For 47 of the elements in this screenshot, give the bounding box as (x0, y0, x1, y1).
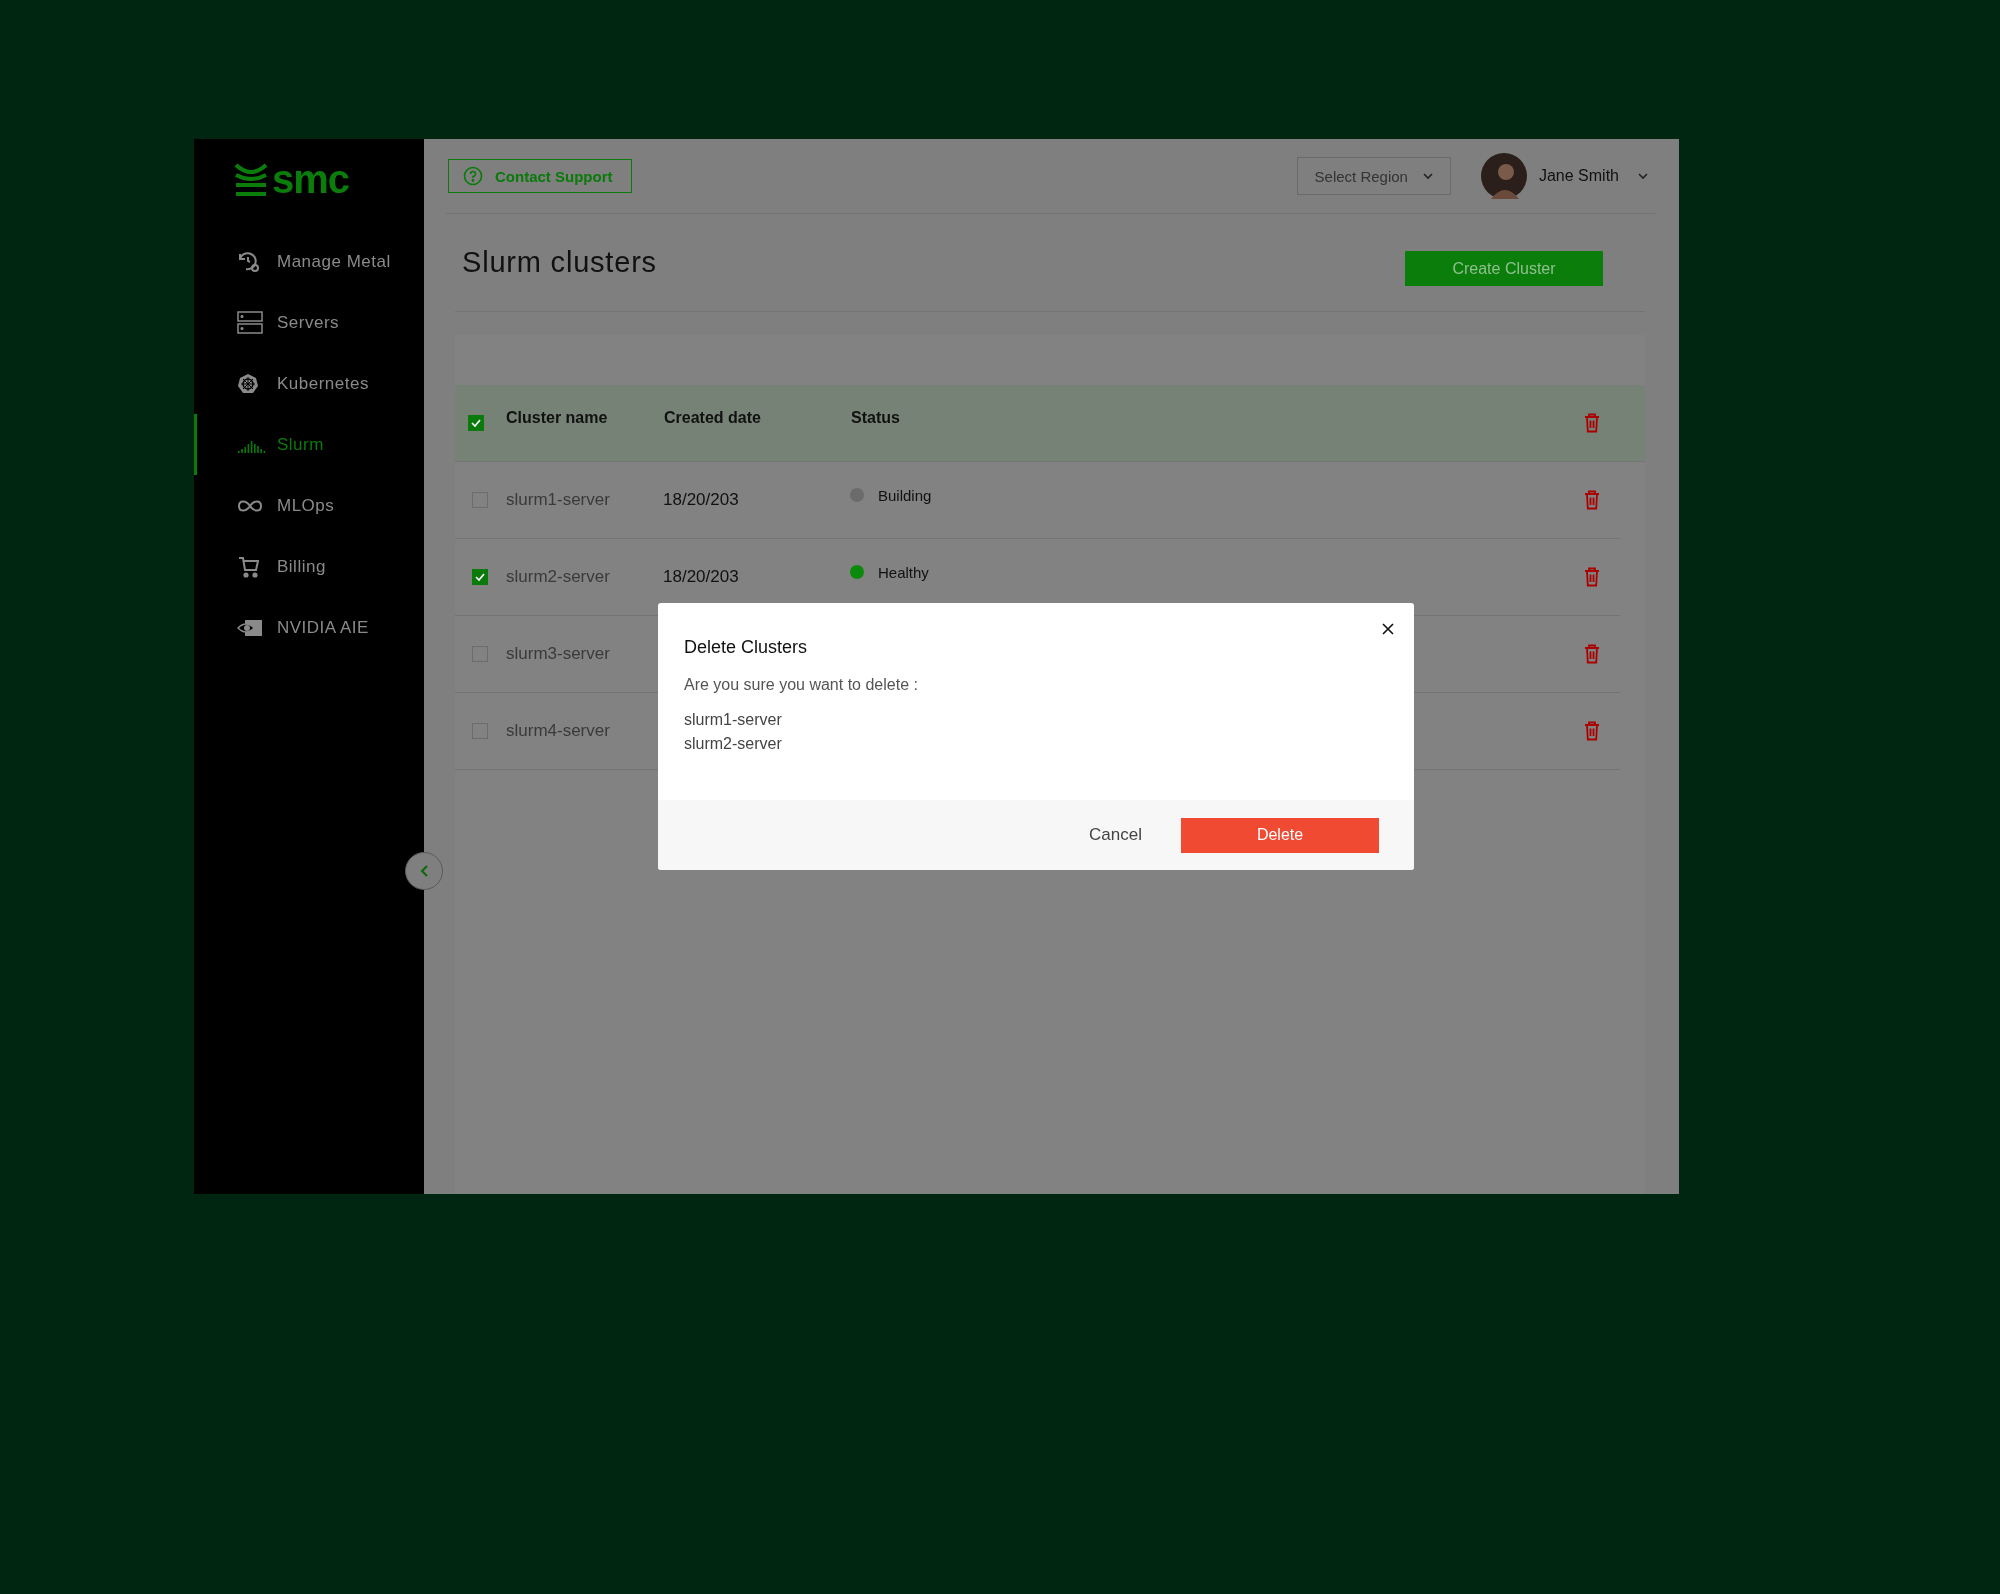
trash-icon[interactable] (1584, 644, 1600, 664)
eye-icon (237, 618, 263, 637)
sidebar-item[interactable]: Servers (194, 292, 424, 353)
dialog-message: Are you sure you want to delete : (684, 676, 919, 694)
trash-icon[interactable] (1584, 490, 1600, 510)
table-cell-text: slurm2-server (506, 567, 611, 587)
page-title: Slurm clusters (462, 246, 657, 279)
sidebar-item[interactable]: Billing (194, 536, 424, 597)
trash-icon[interactable] (1584, 567, 1600, 587)
dialog-title: Delete Clusters (684, 637, 809, 658)
avatar-icon (1480, 153, 1527, 199)
table-cell-text: slurm4-server (506, 721, 611, 741)
helm-wheel-icon (237, 372, 259, 395)
chevron-down-icon (1421, 172, 1434, 180)
logo-text: smc (272, 159, 350, 199)
cluster-name: slurm2-server (684, 734, 783, 754)
table-cell-text: slurm1-server (506, 490, 611, 510)
server-icon (237, 310, 263, 335)
table-cell-text: 18/20/203 (663, 490, 740, 510)
cancel-button[interactable]: Cancel (1083, 824, 1148, 846)
column-header: Status (851, 409, 900, 427)
table-cell-text: 18/20/203 (663, 567, 740, 587)
trash-icon[interactable] (1584, 721, 1600, 741)
chevron-left-icon (419, 864, 429, 878)
help-icon (463, 166, 483, 186)
trash-icon[interactable] (1584, 413, 1600, 433)
status-label: Healthy (878, 563, 929, 581)
user-name[interactable]: Jane Smith (1538, 167, 1619, 185)
cart-icon (237, 554, 261, 579)
close-icon[interactable] (1382, 623, 1394, 635)
chevron-down-icon[interactable] (1637, 172, 1649, 180)
region-dropdown[interactable]: Select Region (1296, 157, 1451, 195)
cluster-name: slurm1-server (684, 710, 783, 730)
clock-gear-icon (237, 249, 261, 274)
sidebar-item[interactable]: NVIDIA AIE (194, 597, 424, 658)
logo-icon (234, 161, 268, 197)
checkbox[interactable] (468, 415, 484, 431)
checkbox[interactable] (472, 569, 488, 585)
status-label: Building (878, 486, 932, 504)
delete-button[interactable]: Delete (1181, 817, 1379, 853)
sidebar-item[interactable]: Kubernetes (194, 353, 424, 414)
column-header: Created date (664, 409, 762, 427)
sidebar-item[interactable]: Manage Metal (194, 231, 424, 292)
table-cell-text: slurm3-server (506, 644, 611, 664)
sidebar-item[interactable]: MLOps (194, 475, 424, 536)
column-header: Cluster name (506, 409, 609, 427)
infinity-icon (237, 498, 263, 513)
